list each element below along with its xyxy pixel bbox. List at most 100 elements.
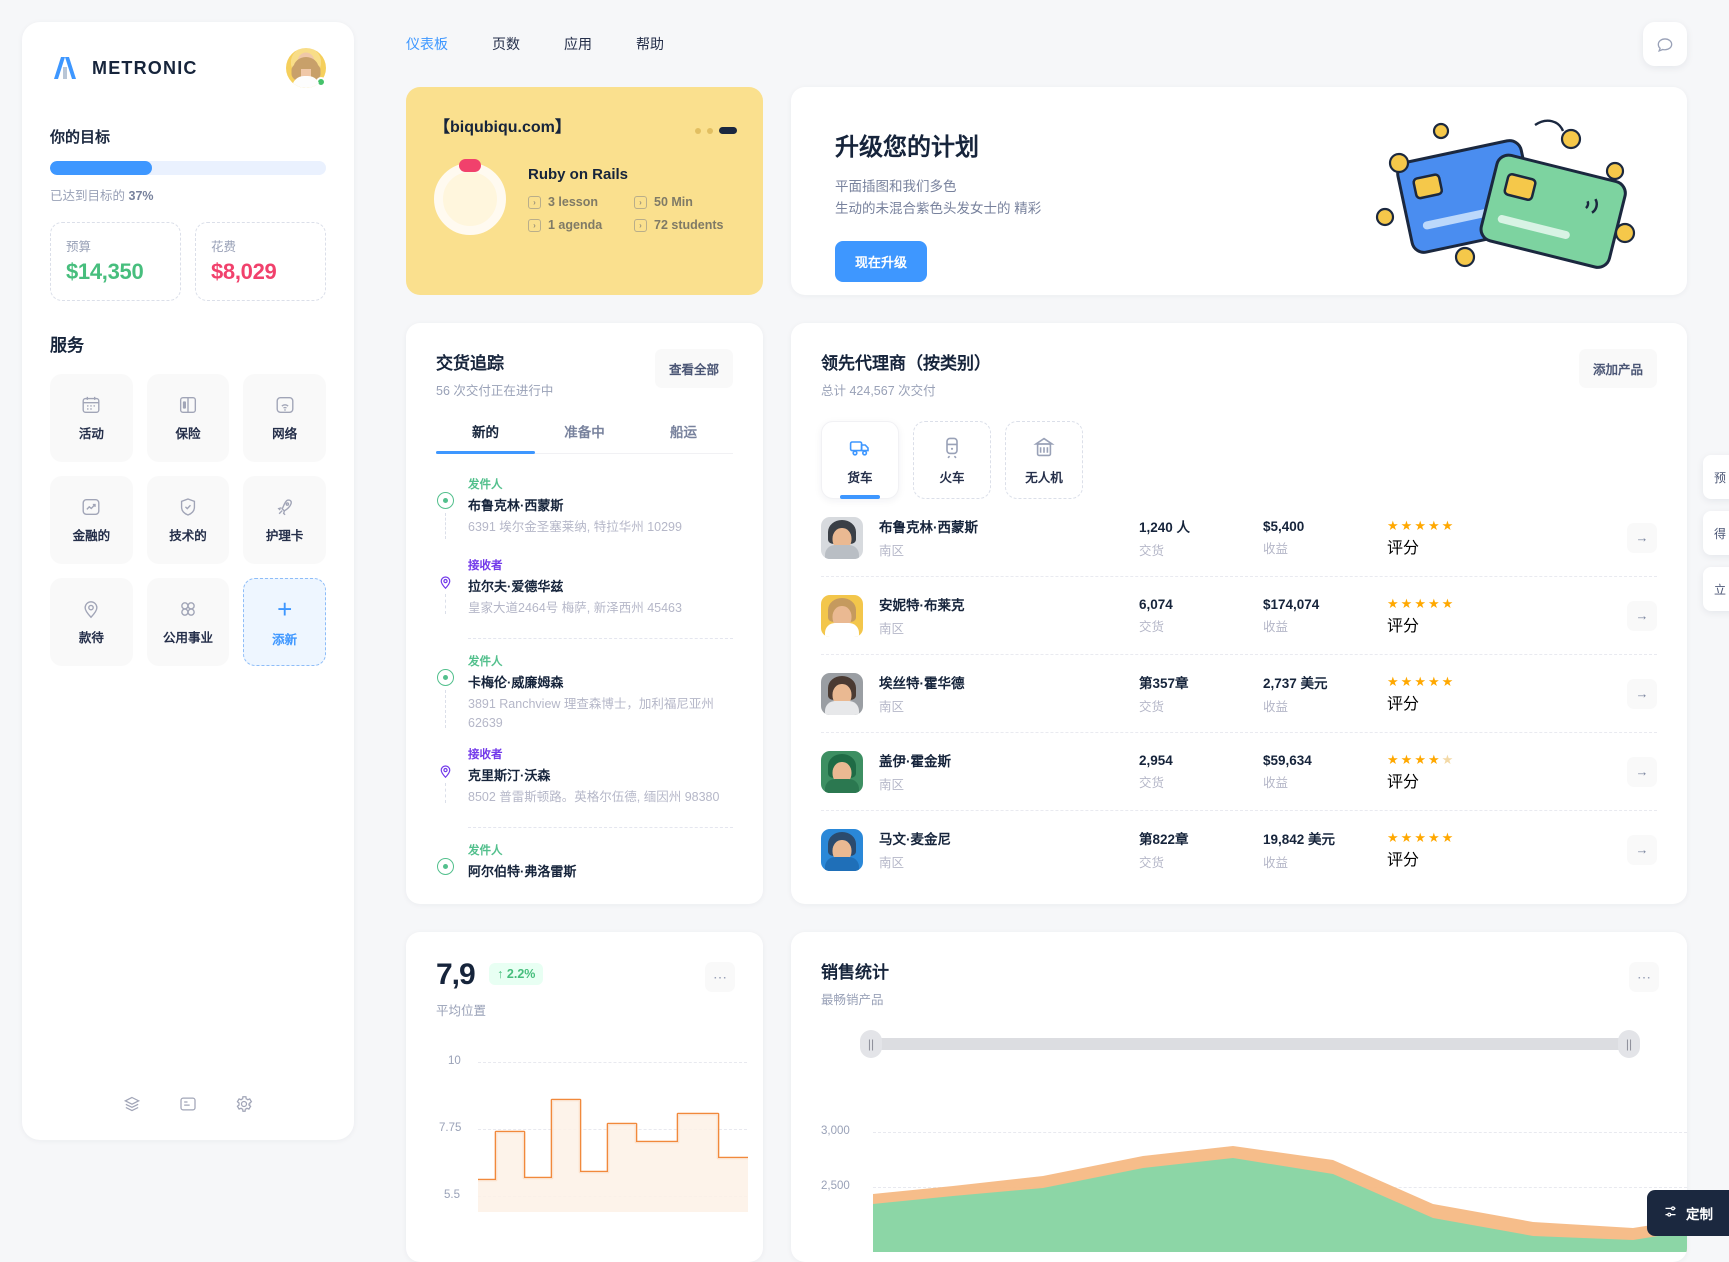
agent-revenue-value: $59,634 bbox=[1263, 752, 1312, 768]
upgrade-now-button[interactable]: 现在升级 bbox=[835, 241, 928, 283]
service-tile-network[interactable]: 网络 bbox=[243, 374, 326, 462]
service-tile-utilities[interactable]: 公用事业 bbox=[146, 578, 230, 666]
agent-deliveries-value: 第822章 bbox=[1139, 832, 1189, 847]
nav-item-help[interactable]: 帮助 bbox=[636, 34, 664, 54]
agent-revenue-key: 收益 bbox=[1263, 775, 1289, 790]
goal-title: 你的目标 bbox=[50, 129, 111, 146]
tab-new[interactable]: 新的 bbox=[436, 421, 535, 454]
sender-label: 发件人 bbox=[468, 655, 503, 668]
agent-deliveries-value: 2,954 bbox=[1139, 752, 1173, 768]
arrow-right-icon[interactable]: → bbox=[1627, 834, 1657, 865]
user-avatar[interactable] bbox=[286, 48, 326, 88]
service-tile-activity[interactable]: 活动 bbox=[50, 374, 133, 462]
nav-item-pages[interactable]: 页数 bbox=[492, 34, 520, 54]
metronic-logo-icon bbox=[50, 53, 80, 83]
nav-item-dashboard[interactable]: 仪表板 bbox=[406, 34, 448, 54]
service-label: 技术的 bbox=[169, 529, 207, 543]
category-drone[interactable]: 无人机 bbox=[1005, 421, 1083, 499]
nav-item-apps[interactable]: 应用 bbox=[564, 34, 592, 54]
carousel-dot[interactable] bbox=[707, 127, 713, 134]
service-tile-carecard[interactable]: 护理卡 bbox=[243, 476, 326, 564]
course-meta: › 3 lesson › 50 Min › 1 agenda › 72 students bbox=[528, 195, 723, 232]
service-label: 保险 bbox=[175, 427, 201, 441]
y-tick-10: 10 bbox=[448, 1055, 461, 1067]
timeline-divider bbox=[468, 827, 733, 828]
chevron-right-boxed-icon: › bbox=[634, 218, 647, 232]
brand-name: METRONIC bbox=[92, 57, 198, 78]
credit-cards-illustration-icon bbox=[1353, 109, 1653, 289]
service-tile-add-new[interactable]: + 添新 bbox=[243, 578, 326, 666]
rail-item-0[interactable]: 预 bbox=[1703, 455, 1729, 499]
service-label: 款待 bbox=[78, 631, 104, 645]
slider-handle-left[interactable]: || bbox=[860, 1030, 882, 1058]
table-row[interactable]: 安妮特·布莱克 南区 6,074 交货 $174,074 收益 ★ ★ ★ ★ ★ bbox=[821, 577, 1657, 655]
upgrade-description: 平面插图和我们多色 生动的未混合紫色头发女士的 精彩 bbox=[835, 176, 1041, 219]
layers-icon[interactable] bbox=[122, 1094, 142, 1114]
map-pin-icon bbox=[80, 598, 102, 620]
carousel-dot[interactable] bbox=[695, 127, 701, 134]
table-row[interactable]: 盖伊·霍金斯 南区 2,954 交货 $59,634 收益 ★★★★★ bbox=[821, 733, 1657, 811]
slider-handle-right[interactable]: || bbox=[1618, 1030, 1640, 1058]
view-all-button[interactable]: 查看全部 bbox=[654, 349, 733, 388]
delivery-header: 交货追踪 56 次交付正在进行中 查看全部 bbox=[436, 349, 733, 399]
avatar bbox=[821, 516, 863, 559]
course-meta-students: › 72 students bbox=[634, 218, 723, 232]
table-row[interactable]: 马文·麦金尼 南区 第822章 交货 19,842 美元 收益 ★ ★ ★ ★ ★ bbox=[821, 811, 1657, 888]
gear-icon[interactable] bbox=[234, 1094, 254, 1114]
avatar bbox=[821, 594, 863, 637]
more-options-icon[interactable]: ⋯ bbox=[705, 962, 735, 992]
service-tile-financial[interactable]: 金融的 bbox=[50, 476, 133, 564]
delivery-timeline: 发件人 布鲁克林·西蒙斯 6391 埃尔金圣塞莱纳, 特拉华州 10299 接收… bbox=[436, 476, 733, 884]
position-line-chart bbox=[478, 1098, 748, 1212]
tab-shipping[interactable]: 船运 bbox=[634, 421, 733, 453]
upgrade-plan-card: 升级您的计划 平面插图和我们多色 生动的未混合紫色头发女士的 精彩 现在升级 bbox=[791, 87, 1687, 295]
table-row[interactable]: 布鲁克林·西蒙斯 南区 1,240 人 交货 $5,400 收益 ★ ★ ★ ★ ★ bbox=[821, 499, 1657, 577]
agent-deliveries: 2,954 交货 bbox=[1139, 753, 1263, 791]
add-product-button[interactable]: 添加产品 bbox=[1578, 349, 1657, 388]
agents-subtitle: 总计 424,567 次交付 bbox=[821, 384, 936, 398]
sender-label: 发件人 bbox=[468, 845, 503, 857]
service-tile-hospitality[interactable]: 款待 bbox=[50, 578, 133, 666]
avatar bbox=[821, 828, 863, 871]
brand[interactable]: METRONIC bbox=[50, 53, 198, 83]
agent-identity: 马文·麦金尼 南区 bbox=[879, 828, 1139, 871]
course-meta-lessons-label: 3 lesson bbox=[548, 195, 599, 209]
range-slider[interactable]: || || bbox=[860, 1030, 1640, 1058]
arrow-right-icon[interactable]: → bbox=[1627, 678, 1657, 709]
tab-preparing[interactable]: 准备中 bbox=[535, 421, 634, 453]
customize-button[interactable]: 定制 bbox=[1647, 1190, 1729, 1236]
service-tile-technical[interactable]: 技术的 bbox=[146, 476, 230, 564]
carousel-dots[interactable] bbox=[695, 127, 737, 134]
agent-revenue-key: 收益 bbox=[1263, 856, 1289, 870]
rail-item-2[interactable]: 立 bbox=[1703, 567, 1729, 611]
agent-region: 南区 bbox=[879, 778, 905, 792]
top-bar: 仪表板 页数 应用 帮助 bbox=[354, 0, 1729, 87]
rail-item-1[interactable]: 得 bbox=[1703, 511, 1729, 555]
grid-dots-icon bbox=[177, 598, 199, 620]
chat-icon[interactable] bbox=[1643, 21, 1687, 66]
plus-icon: + bbox=[277, 594, 293, 624]
course-meta-agenda-label: 1 agenda bbox=[548, 218, 603, 232]
notes-icon[interactable] bbox=[178, 1094, 198, 1114]
carousel-dot-active[interactable] bbox=[719, 127, 737, 134]
receiver-name: 克里斯汀·沃森 bbox=[468, 768, 551, 784]
agent-rating: ★ ★ ★ ★ ★ 评分 bbox=[1387, 596, 1505, 636]
timeline-entry: 接收者 拉尔夫·爱德华兹 皇家大道2464号 梅萨, 新泽西州 45463 bbox=[436, 557, 733, 622]
arrow-right-icon[interactable]: → bbox=[1627, 600, 1657, 631]
timeline-sender: 发件人 卡梅伦·威廉姆森 3891 Ranchview 理查森博士，加利福尼亚州… bbox=[468, 653, 733, 733]
agents-category-tabs: 货车 火车 无人机 bbox=[821, 421, 1657, 499]
category-train[interactable]: 火车 bbox=[913, 421, 991, 499]
arrow-right-icon[interactable]: → bbox=[1627, 522, 1657, 553]
category-truck[interactable]: 货车 bbox=[821, 421, 899, 499]
star-rating-icon: ★ ★ ★ ★ ★ bbox=[1387, 829, 1454, 845]
agent-deliveries: 第822章 交货 bbox=[1139, 828, 1263, 871]
agent-rating: ★ ★ ★ ★ ★ 评分 bbox=[1387, 674, 1505, 714]
arrow-right-icon[interactable]: → bbox=[1627, 756, 1657, 787]
agent-name: 埃丝特·霍华德 bbox=[879, 676, 965, 691]
table-row[interactable]: 埃丝特·霍华德 南区 第357章 交货 2,737 美元 收益 ★ ★ ★ ★ ★ bbox=[821, 655, 1657, 733]
course-info: Ruby on Rails › 3 lesson › 50 Min › 1 agend… bbox=[528, 166, 723, 232]
more-options-icon[interactable]: ⋯ bbox=[1629, 962, 1659, 992]
sales-title: 销售统计 bbox=[821, 963, 889, 982]
service-tile-insurance[interactable]: 保险 bbox=[146, 374, 230, 462]
sender-name: 卡梅伦·威廉姆森 bbox=[468, 674, 564, 690]
